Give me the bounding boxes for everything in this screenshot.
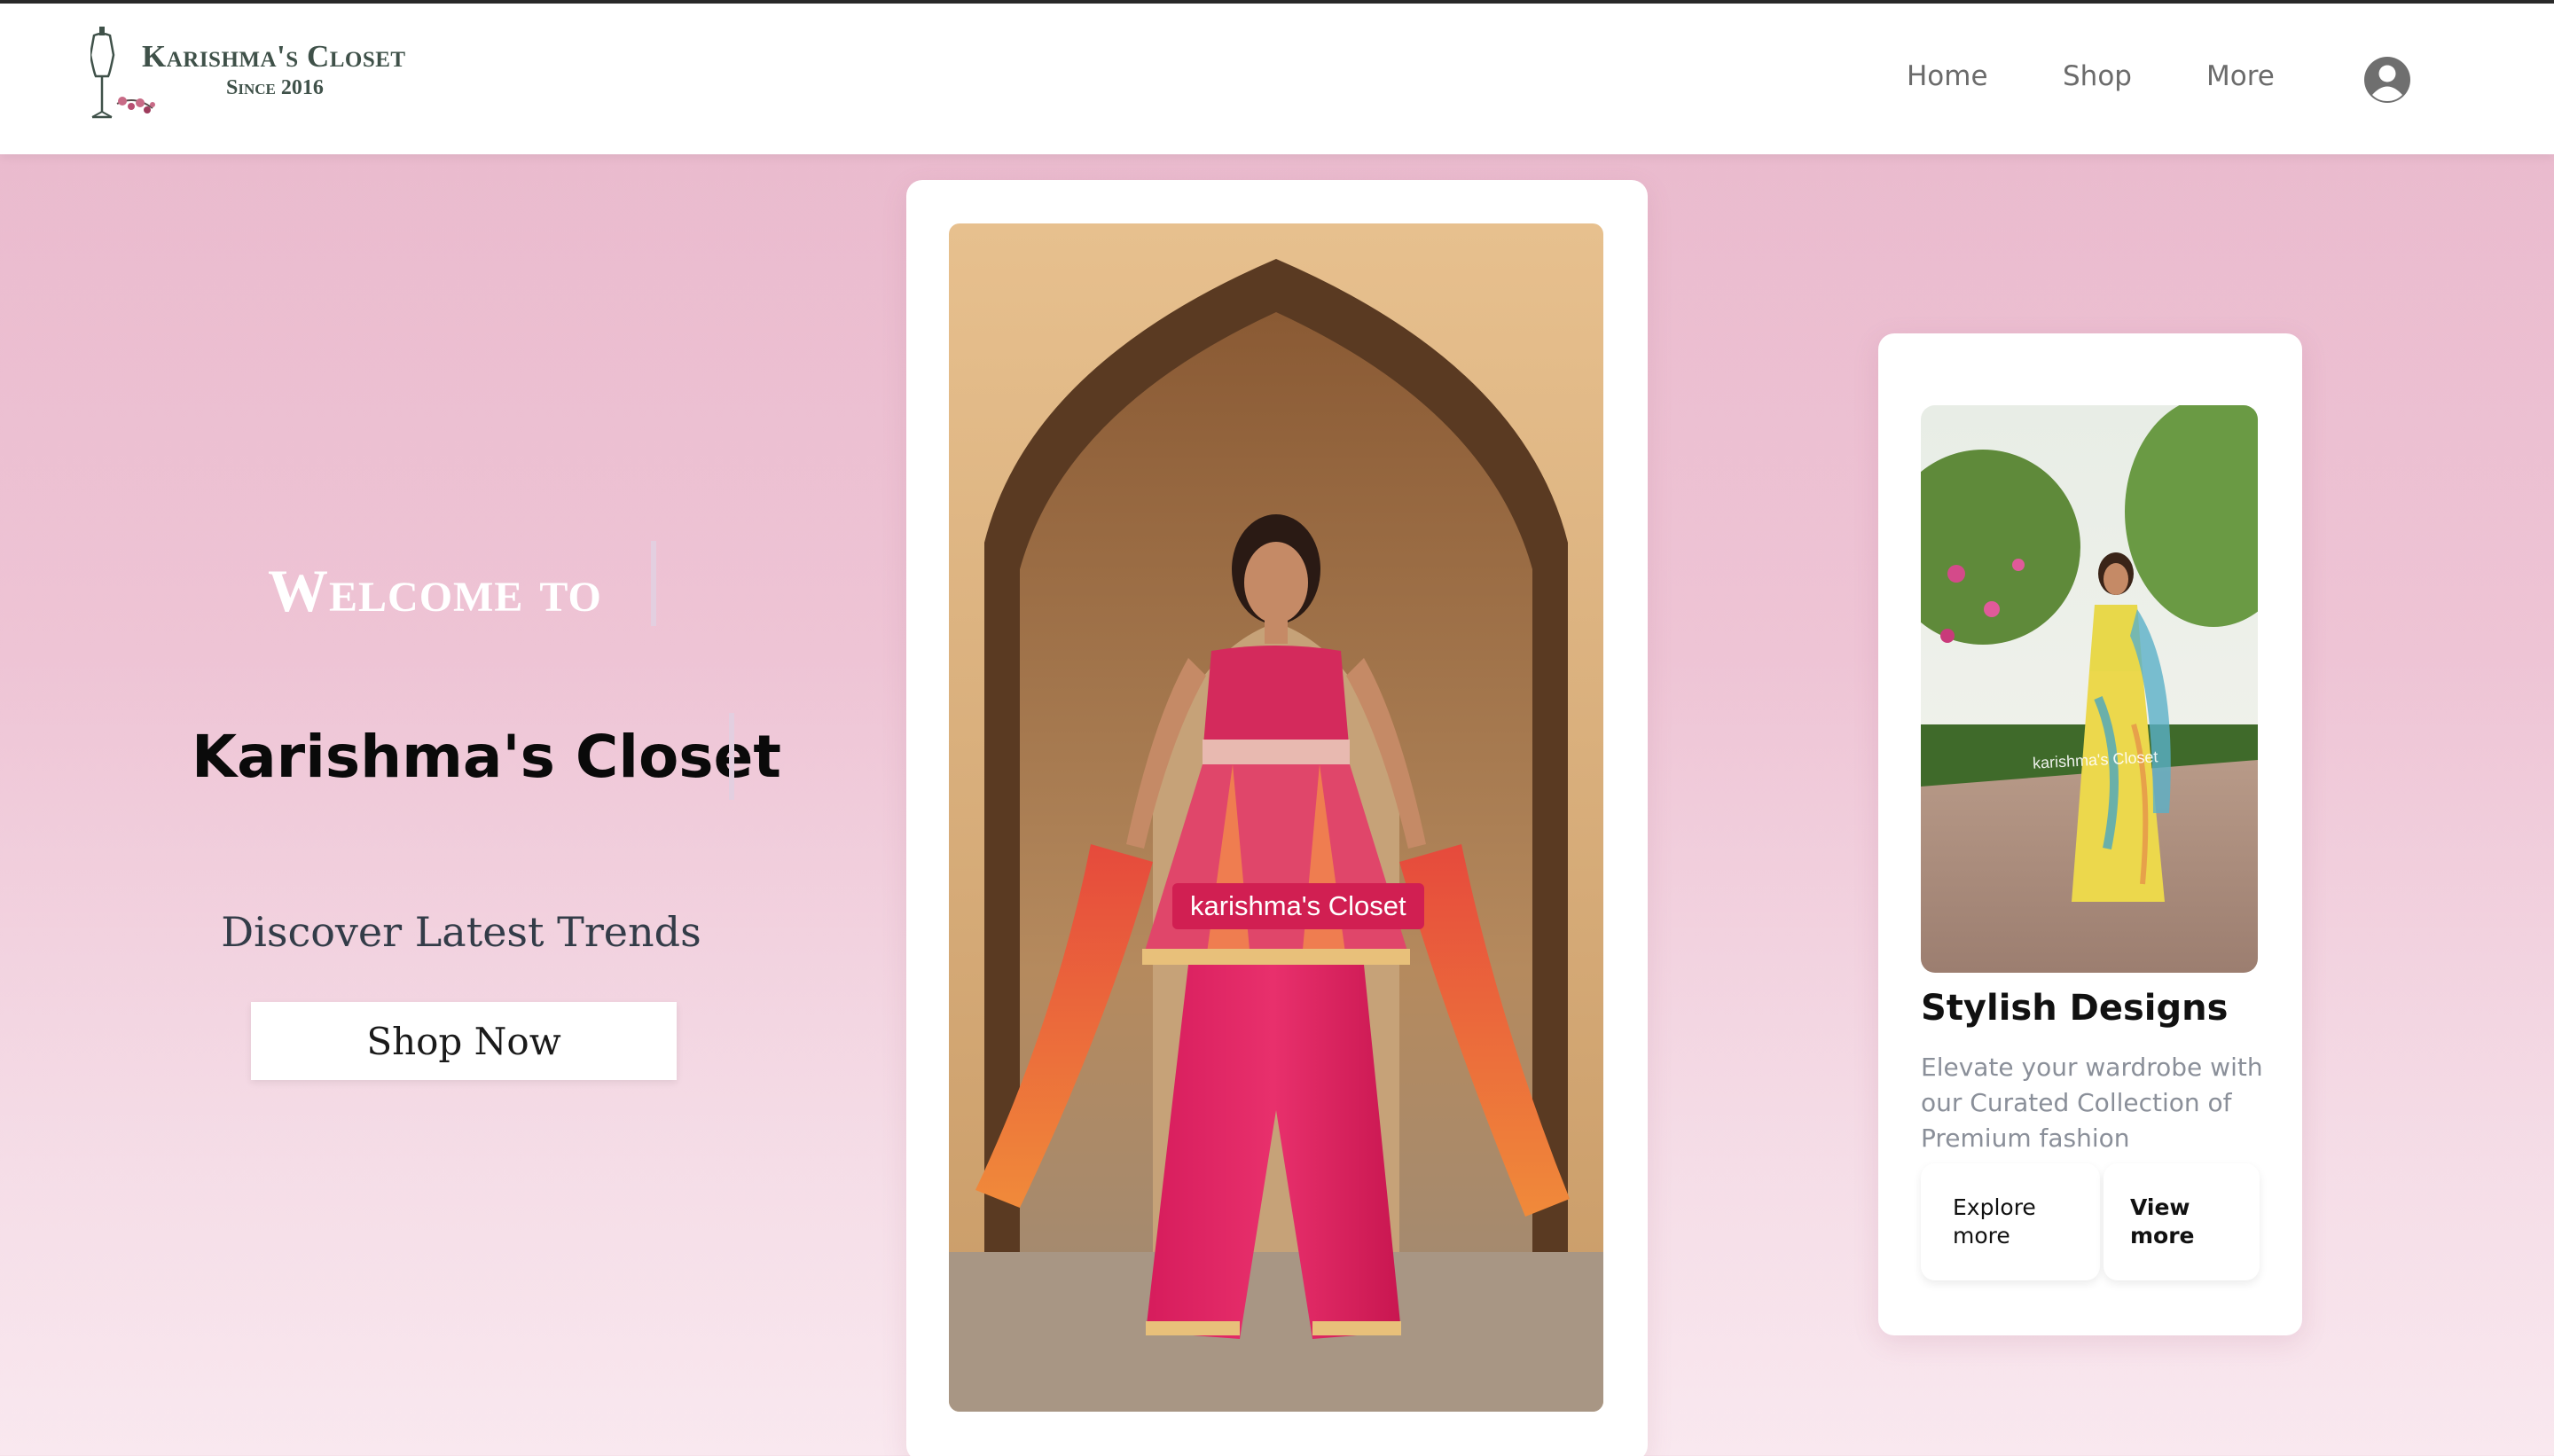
user-circle-icon[interactable] — [2362, 55, 2412, 105]
hero-tagline: Discover Latest Trends — [221, 908, 701, 956]
nav-home[interactable]: Home — [1907, 60, 1988, 92]
nav-shop[interactable]: Shop — [2063, 60, 2132, 92]
collection-description: Elevate your wardrobe with our Curated C… — [1921, 1053, 2263, 1153]
collection-image[interactable]: karishma's Closet — [1921, 405, 2258, 973]
view-more-button[interactable]: View more — [2104, 1163, 2260, 1280]
collection-card: karishma's Closet Stylish Designs Elevat… — [1878, 333, 2302, 1335]
collection-title: Stylish Designs — [1921, 988, 2229, 1029]
navbar: Karishma's Closet Since 2016 Home Shop M… — [0, 4, 2554, 154]
featured-card: karishma's Closet — [906, 180, 1648, 1456]
typing-cursor — [729, 713, 734, 800]
explore-more-label: Explore more — [1953, 1194, 2036, 1249]
shop-now-button[interactable]: Shop Now — [251, 1002, 677, 1080]
logo-title: Karishma's Closet — [142, 39, 406, 74]
view-more-label: View more — [2130, 1194, 2195, 1249]
brand-heading: Karishma's Closet — [192, 723, 781, 791]
hero-section: Welcome to Karishma's Closet Discover La… — [0, 154, 905, 1456]
featured-product-image[interactable]: karishma's Closet — [949, 223, 1603, 1412]
logo[interactable]: Karishma's Closet Since 2016 — [90, 20, 445, 126]
logo-subtitle: Since 2016 — [226, 76, 324, 99]
welcome-heading: Welcome to — [268, 557, 602, 624]
explore-more-button[interactable]: Explore more — [1921, 1163, 2100, 1280]
product-tag: karishma's Closet — [1172, 883, 1424, 929]
typing-cursor — [651, 541, 656, 626]
nav-more[interactable]: More — [2206, 60, 2275, 92]
